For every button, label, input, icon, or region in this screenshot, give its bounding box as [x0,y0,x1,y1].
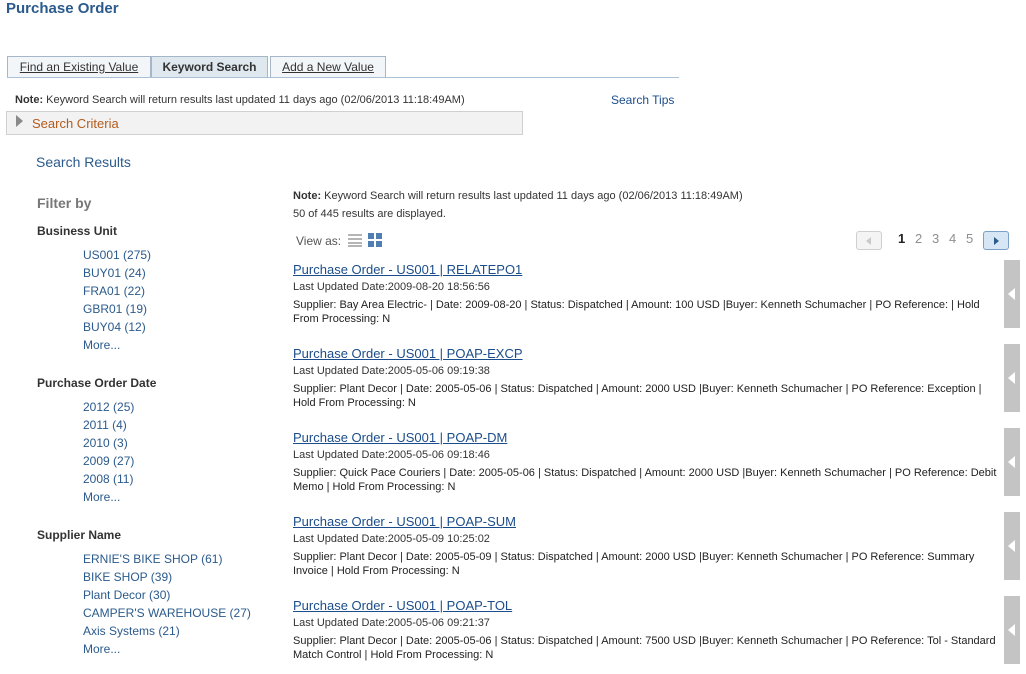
expand-triangle-icon [16,115,23,127]
chevron-left-icon [1008,372,1015,384]
search-results-title: Search Results [36,154,131,170]
result-item: Purchase Order - US001 | RELATEPO1 Last … [293,262,999,326]
page-title: Purchase Order [6,0,119,17]
facet-item[interactable]: FRA01 (22) [83,282,277,300]
result-item: Purchase Order - US001 | POAP-TOL Last U… [293,598,999,662]
result-description: Supplier: Bay Area Electric- | Date: 200… [293,299,980,325]
tab-keyword-search[interactable]: Keyword Search [151,56,268,78]
facet-title: Business Unit [37,224,118,238]
tab-find-existing-value[interactable]: Find an Existing Value [7,56,151,77]
facet-item[interactable]: 2011 (4) [83,416,277,434]
facet-more-link[interactable]: More... [83,336,277,354]
facet-item[interactable]: 2010 (3) [83,434,277,452]
result-title-link[interactable]: Purchase Order - US001 | POAP-DM [293,430,999,446]
result-description: Supplier: Plant Decor | Date: 2005-05-06… [293,635,996,661]
search-criteria-toggle[interactable]: Search Criteria [6,111,523,135]
result-title-link[interactable]: Purchase Order - US001 | RELATEPO1 [293,262,999,278]
result-description: Supplier: Plant Decor | Date: 2005-05-06… [293,383,982,409]
page-number[interactable]: 5 [966,231,973,246]
facet-more-link[interactable]: More... [83,640,277,658]
result-title-link[interactable]: Purchase Order - US001 | POAP-EXCP [293,346,999,362]
keyword-search-note: Note: Keyword Search will return results… [15,94,465,106]
search-tabs: Find an Existing Value Keyword Search Ad… [7,56,679,78]
result-item: Purchase Order - US001 | POAP-SUM Last U… [293,514,999,578]
facet-title: Supplier Name [37,528,122,542]
facet-item[interactable]: 2009 (27) [83,452,277,470]
view-as-label: View as: [296,234,342,248]
facet-business-unit: Business Unit US001 (275) BUY01 (24) FRA… [37,224,277,354]
result-updated-date: Last Updated Date:2005-05-06 09:18:46 [293,449,490,461]
result-updated-date: Last Updated Date:2005-05-06 09:21:37 [293,617,490,629]
facet-item[interactable]: CAMPER'S WAREHOUSE (27) [83,604,277,622]
facet-item[interactable]: 2012 (25) [83,398,277,416]
results-count: 50 of 445 results are displayed. [293,208,446,220]
chevron-left-icon [866,237,871,245]
result-updated-date: Last Updated Date:2005-05-06 09:19:38 [293,365,490,377]
related-actions-tab[interactable] [1004,428,1020,496]
result-title-link[interactable]: Purchase Order - US001 | POAP-TOL [293,598,999,614]
list-view-icon[interactable] [348,234,362,247]
facet-item[interactable]: Plant Decor (30) [83,586,277,604]
related-actions-tab[interactable] [1004,596,1020,664]
facet-item[interactable]: BUY04 (12) [83,318,277,336]
result-description: Supplier: Plant Decor | Date: 2005-05-09… [293,551,975,577]
tab-add-new-value[interactable]: Add a New Value [270,56,386,77]
note-text: Keyword Search will return results last … [321,190,743,202]
facet-item[interactable]: Axis Systems (21) [83,622,277,640]
facet-item[interactable]: US001 (275) [83,246,277,264]
facet-title: Purchase Order Date [37,376,157,390]
facet-more-link[interactable]: More... [83,488,277,506]
facet-item[interactable]: ERNIE'S BIKE SHOP (61) [83,550,277,568]
page-number[interactable]: 4 [949,231,956,246]
result-updated-date: Last Updated Date:2009-08-20 18:56:56 [293,281,490,293]
search-tips-link[interactable]: Search Tips [611,93,674,107]
facet-item[interactable]: BIKE SHOP (39) [83,568,277,586]
chevron-left-icon [1008,624,1015,636]
grid-view-icon[interactable] [368,233,382,247]
chevron-left-icon [1008,540,1015,552]
result-item: Purchase Order - US001 | POAP-DM Last Up… [293,430,999,494]
note-prefix: Note: [293,190,322,202]
related-actions-tab[interactable] [1004,260,1020,328]
facet-item[interactable]: GBR01 (19) [83,300,277,318]
search-criteria-label: Search Criteria [32,116,119,131]
results-note: Note: Keyword Search will return results… [293,190,743,202]
result-title-link[interactable]: Purchase Order - US001 | POAP-SUM [293,514,999,530]
note-text: Keyword Search will return results last … [43,94,465,106]
related-actions-tab[interactable] [1004,512,1020,580]
page-number[interactable]: 3 [932,231,939,246]
facet-purchase-order-date: Purchase Order Date 2012 (25) 2011 (4) 2… [37,376,277,506]
result-updated-date: Last Updated Date:2005-05-09 10:25:02 [293,533,490,545]
chevron-left-icon [1008,288,1015,300]
result-description: Supplier: Quick Pace Couriers | Date: 20… [293,467,997,493]
tabs-divider [7,77,679,78]
related-actions-tab[interactable] [1004,344,1020,412]
result-item: Purchase Order - US001 | POAP-EXCP Last … [293,346,999,410]
facet-supplier-name: Supplier Name ERNIE'S BIKE SHOP (61) BIK… [37,528,277,658]
page-number[interactable]: 2 [915,231,922,246]
chevron-right-icon [994,237,999,245]
page-number: 1 [898,231,906,246]
filter-by-heading: Filter by [37,195,92,211]
next-page-button[interactable] [983,231,1009,250]
chevron-left-icon [1008,456,1015,468]
facet-item[interactable]: BUY01 (24) [83,264,277,282]
note-prefix: Note: [15,94,44,106]
previous-page-button[interactable] [856,231,882,250]
facet-item[interactable]: 2008 (11) [83,470,277,488]
